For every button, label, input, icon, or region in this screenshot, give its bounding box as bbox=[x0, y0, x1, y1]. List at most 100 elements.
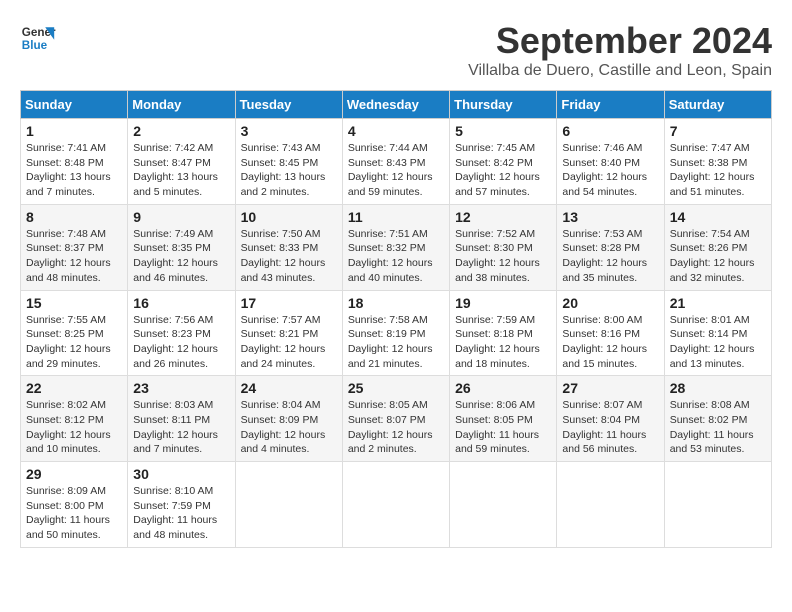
calendar-cell: 15 Sunrise: 7:55 AMSunset: 8:25 PMDaylig… bbox=[21, 290, 128, 376]
calendar-cell: 2 Sunrise: 7:42 AMSunset: 8:47 PMDayligh… bbox=[128, 119, 235, 205]
day-number: 9 bbox=[133, 209, 229, 225]
day-number: 15 bbox=[26, 295, 122, 311]
day-number: 11 bbox=[348, 209, 444, 225]
day-number: 6 bbox=[562, 123, 658, 139]
calendar-cell bbox=[235, 462, 342, 548]
day-detail: Sunrise: 7:56 AMSunset: 8:23 PMDaylight:… bbox=[133, 314, 218, 370]
calendar-cell bbox=[664, 462, 771, 548]
day-number: 10 bbox=[241, 209, 337, 225]
day-number: 28 bbox=[670, 380, 766, 396]
calendar-cell: 22 Sunrise: 8:02 AMSunset: 8:12 PMDaylig… bbox=[21, 376, 128, 462]
calendar-table: SundayMondayTuesdayWednesdayThursdayFrid… bbox=[20, 90, 772, 548]
calendar-cell: 1 Sunrise: 7:41 AMSunset: 8:48 PMDayligh… bbox=[21, 119, 128, 205]
day-detail: Sunrise: 8:07 AMSunset: 8:04 PMDaylight:… bbox=[562, 399, 646, 455]
calendar-cell: 8 Sunrise: 7:48 AMSunset: 8:37 PMDayligh… bbox=[21, 204, 128, 290]
day-number: 22 bbox=[26, 380, 122, 396]
month-title: September 2024 bbox=[468, 20, 772, 62]
day-detail: Sunrise: 7:42 AMSunset: 8:47 PMDaylight:… bbox=[133, 142, 218, 198]
header-monday: Monday bbox=[128, 91, 235, 119]
calendar-cell: 5 Sunrise: 7:45 AMSunset: 8:42 PMDayligh… bbox=[450, 119, 557, 205]
calendar-cell: 3 Sunrise: 7:43 AMSunset: 8:45 PMDayligh… bbox=[235, 119, 342, 205]
calendar-cell: 17 Sunrise: 7:57 AMSunset: 8:21 PMDaylig… bbox=[235, 290, 342, 376]
day-number: 30 bbox=[133, 466, 229, 482]
day-number: 2 bbox=[133, 123, 229, 139]
calendar-cell: 9 Sunrise: 7:49 AMSunset: 8:35 PMDayligh… bbox=[128, 204, 235, 290]
day-number: 12 bbox=[455, 209, 551, 225]
day-detail: Sunrise: 7:49 AMSunset: 8:35 PMDaylight:… bbox=[133, 228, 218, 284]
day-detail: Sunrise: 7:53 AMSunset: 8:28 PMDaylight:… bbox=[562, 228, 647, 284]
svg-text:Blue: Blue bbox=[22, 39, 48, 52]
day-detail: Sunrise: 7:58 AMSunset: 8:19 PMDaylight:… bbox=[348, 314, 433, 370]
day-detail: Sunrise: 8:03 AMSunset: 8:11 PMDaylight:… bbox=[133, 399, 218, 455]
calendar-cell: 30 Sunrise: 8:10 AMSunset: 7:59 PMDaylig… bbox=[128, 462, 235, 548]
calendar-cell: 13 Sunrise: 7:53 AMSunset: 8:28 PMDaylig… bbox=[557, 204, 664, 290]
day-number: 27 bbox=[562, 380, 658, 396]
day-number: 18 bbox=[348, 295, 444, 311]
day-detail: Sunrise: 7:46 AMSunset: 8:40 PMDaylight:… bbox=[562, 142, 647, 198]
day-number: 1 bbox=[26, 123, 122, 139]
day-detail: Sunrise: 8:09 AMSunset: 8:00 PMDaylight:… bbox=[26, 485, 110, 541]
calendar-cell: 25 Sunrise: 8:05 AMSunset: 8:07 PMDaylig… bbox=[342, 376, 449, 462]
logo: General Blue bbox=[20, 20, 56, 56]
calendar-cell: 4 Sunrise: 7:44 AMSunset: 8:43 PMDayligh… bbox=[342, 119, 449, 205]
day-detail: Sunrise: 7:47 AMSunset: 8:38 PMDaylight:… bbox=[670, 142, 755, 198]
day-detail: Sunrise: 7:43 AMSunset: 8:45 PMDaylight:… bbox=[241, 142, 326, 198]
calendar-cell: 29 Sunrise: 8:09 AMSunset: 8:00 PMDaylig… bbox=[21, 462, 128, 548]
header-tuesday: Tuesday bbox=[235, 91, 342, 119]
day-detail: Sunrise: 7:59 AMSunset: 8:18 PMDaylight:… bbox=[455, 314, 540, 370]
day-number: 16 bbox=[133, 295, 229, 311]
day-detail: Sunrise: 8:10 AMSunset: 7:59 PMDaylight:… bbox=[133, 485, 217, 541]
calendar-cell: 20 Sunrise: 8:00 AMSunset: 8:16 PMDaylig… bbox=[557, 290, 664, 376]
day-number: 5 bbox=[455, 123, 551, 139]
day-number: 14 bbox=[670, 209, 766, 225]
calendar-cell: 21 Sunrise: 8:01 AMSunset: 8:14 PMDaylig… bbox=[664, 290, 771, 376]
calendar-cell: 7 Sunrise: 7:47 AMSunset: 8:38 PMDayligh… bbox=[664, 119, 771, 205]
calendar-cell: 23 Sunrise: 8:03 AMSunset: 8:11 PMDaylig… bbox=[128, 376, 235, 462]
calendar-cell: 14 Sunrise: 7:54 AMSunset: 8:26 PMDaylig… bbox=[664, 204, 771, 290]
day-number: 25 bbox=[348, 380, 444, 396]
calendar-cell: 18 Sunrise: 7:58 AMSunset: 8:19 PMDaylig… bbox=[342, 290, 449, 376]
day-number: 20 bbox=[562, 295, 658, 311]
day-number: 29 bbox=[26, 466, 122, 482]
day-number: 24 bbox=[241, 380, 337, 396]
day-detail: Sunrise: 8:02 AMSunset: 8:12 PMDaylight:… bbox=[26, 399, 111, 455]
calendar-cell: 26 Sunrise: 8:06 AMSunset: 8:05 PMDaylig… bbox=[450, 376, 557, 462]
calendar-cell bbox=[450, 462, 557, 548]
day-number: 13 bbox=[562, 209, 658, 225]
day-number: 21 bbox=[670, 295, 766, 311]
header-thursday: Thursday bbox=[450, 91, 557, 119]
calendar-week-row: 8 Sunrise: 7:48 AMSunset: 8:37 PMDayligh… bbox=[21, 204, 772, 290]
day-number: 19 bbox=[455, 295, 551, 311]
calendar-week-row: 15 Sunrise: 7:55 AMSunset: 8:25 PMDaylig… bbox=[21, 290, 772, 376]
calendar-cell bbox=[342, 462, 449, 548]
logo-icon: General Blue bbox=[20, 20, 56, 56]
day-number: 26 bbox=[455, 380, 551, 396]
header-sunday: Sunday bbox=[21, 91, 128, 119]
calendar-cell: 16 Sunrise: 7:56 AMSunset: 8:23 PMDaylig… bbox=[128, 290, 235, 376]
day-detail: Sunrise: 8:08 AMSunset: 8:02 PMDaylight:… bbox=[670, 399, 754, 455]
header-saturday: Saturday bbox=[664, 91, 771, 119]
calendar-week-row: 22 Sunrise: 8:02 AMSunset: 8:12 PMDaylig… bbox=[21, 376, 772, 462]
day-detail: Sunrise: 8:04 AMSunset: 8:09 PMDaylight:… bbox=[241, 399, 326, 455]
title-section: September 2024 Villalba de Duero, Castil… bbox=[468, 20, 772, 80]
calendar-header-row: SundayMondayTuesdayWednesdayThursdayFrid… bbox=[21, 91, 772, 119]
day-detail: Sunrise: 7:52 AMSunset: 8:30 PMDaylight:… bbox=[455, 228, 540, 284]
day-number: 23 bbox=[133, 380, 229, 396]
calendar-week-row: 29 Sunrise: 8:09 AMSunset: 8:00 PMDaylig… bbox=[21, 462, 772, 548]
calendar-cell: 27 Sunrise: 8:07 AMSunset: 8:04 PMDaylig… bbox=[557, 376, 664, 462]
calendar-cell: 28 Sunrise: 8:08 AMSunset: 8:02 PMDaylig… bbox=[664, 376, 771, 462]
day-number: 8 bbox=[26, 209, 122, 225]
calendar-cell: 12 Sunrise: 7:52 AMSunset: 8:30 PMDaylig… bbox=[450, 204, 557, 290]
day-detail: Sunrise: 7:50 AMSunset: 8:33 PMDaylight:… bbox=[241, 228, 326, 284]
calendar-cell: 19 Sunrise: 7:59 AMSunset: 8:18 PMDaylig… bbox=[450, 290, 557, 376]
day-detail: Sunrise: 7:45 AMSunset: 8:42 PMDaylight:… bbox=[455, 142, 540, 198]
day-detail: Sunrise: 7:54 AMSunset: 8:26 PMDaylight:… bbox=[670, 228, 755, 284]
calendar-cell: 10 Sunrise: 7:50 AMSunset: 8:33 PMDaylig… bbox=[235, 204, 342, 290]
day-detail: Sunrise: 7:55 AMSunset: 8:25 PMDaylight:… bbox=[26, 314, 111, 370]
day-detail: Sunrise: 8:00 AMSunset: 8:16 PMDaylight:… bbox=[562, 314, 647, 370]
calendar-cell: 11 Sunrise: 7:51 AMSunset: 8:32 PMDaylig… bbox=[342, 204, 449, 290]
day-number: 17 bbox=[241, 295, 337, 311]
day-detail: Sunrise: 7:44 AMSunset: 8:43 PMDaylight:… bbox=[348, 142, 433, 198]
day-detail: Sunrise: 7:48 AMSunset: 8:37 PMDaylight:… bbox=[26, 228, 111, 284]
header-wednesday: Wednesday bbox=[342, 91, 449, 119]
